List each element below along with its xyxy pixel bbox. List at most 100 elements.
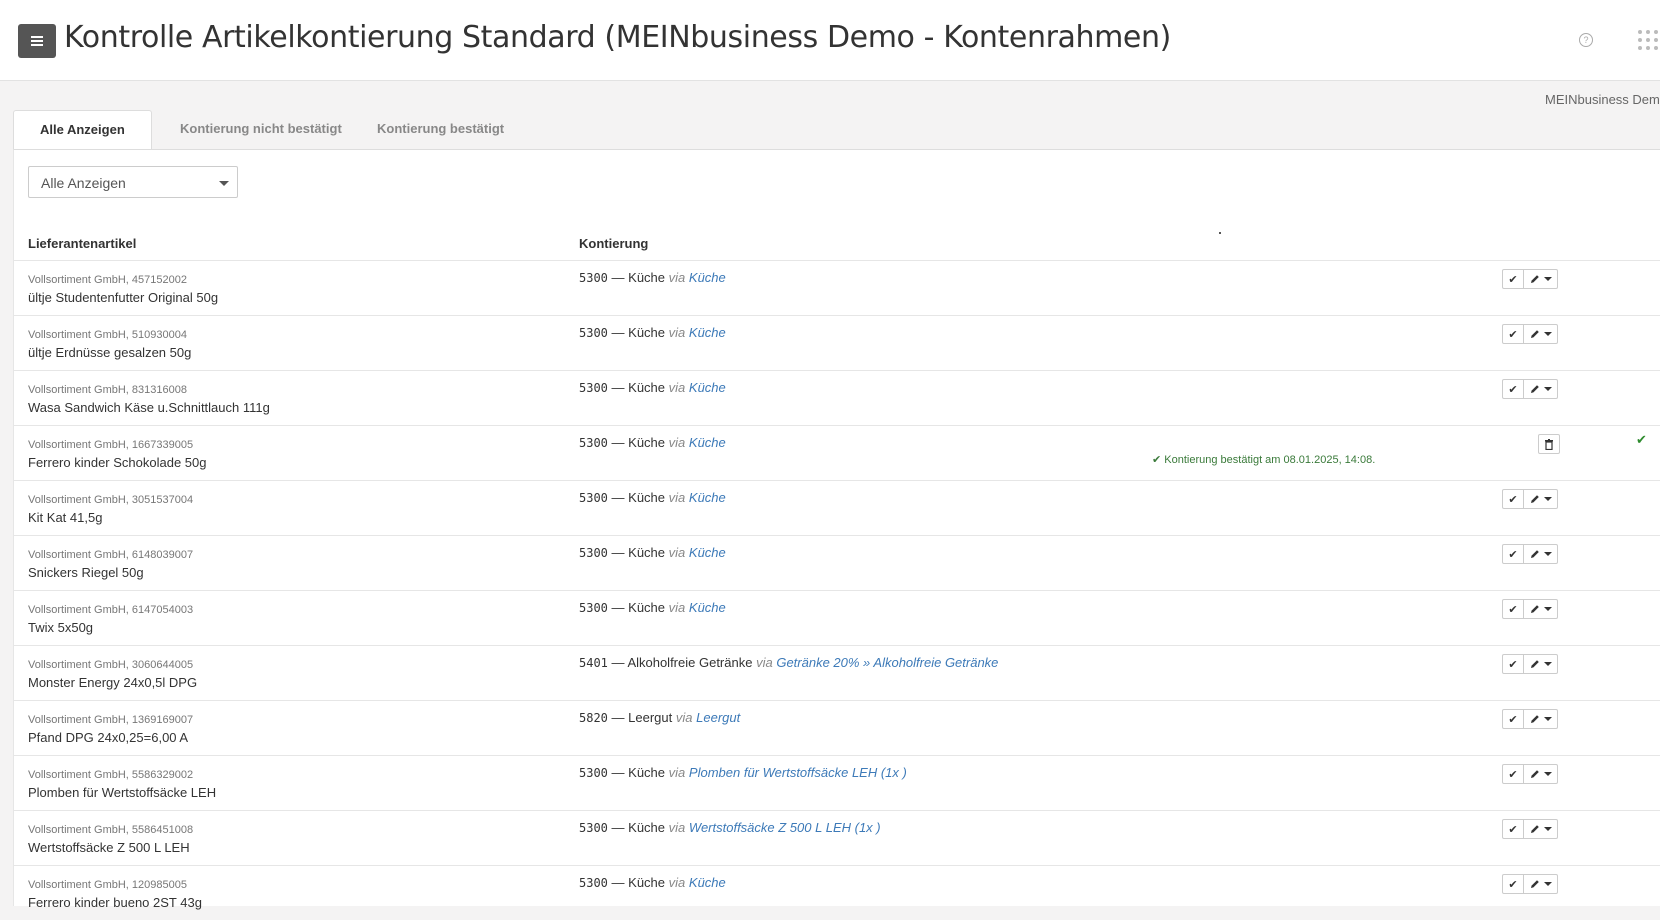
row-actions: ✔ bbox=[1502, 379, 1558, 399]
separator: — bbox=[611, 820, 629, 835]
check-icon: ✔ bbox=[1508, 658, 1518, 671]
account-code: 5300 bbox=[579, 601, 608, 615]
confirm-button[interactable]: ✔ bbox=[1502, 764, 1524, 784]
article-name: Kit Kat 41,5g bbox=[28, 510, 103, 525]
pencil-icon bbox=[1530, 825, 1539, 833]
check-icon: ✔ bbox=[1508, 878, 1518, 891]
kontierung-cell: 5300 — Küche via Küche bbox=[579, 490, 726, 505]
menu-toggle-button[interactable] bbox=[18, 24, 56, 58]
caret-down-icon bbox=[1543, 332, 1552, 336]
kontierung-cell: 5300 — Küche via Wertstoffsäcke Z 500 L … bbox=[579, 820, 881, 835]
confirm-button[interactable]: ✔ bbox=[1502, 379, 1524, 399]
row-actions: ✔ bbox=[1502, 654, 1558, 674]
supplier-info: Vollsortiment GmbH, 3060644005 bbox=[28, 659, 194, 671]
via-target-link[interactable]: Küche bbox=[689, 545, 726, 560]
confirm-button[interactable]: ✔ bbox=[1502, 599, 1524, 619]
kontierung-cell: 5300 — Küche via Küche bbox=[579, 545, 726, 560]
edit-dropdown-button[interactable] bbox=[1524, 819, 1558, 839]
separator: — bbox=[611, 545, 629, 560]
confirm-button[interactable]: ✔ bbox=[1502, 819, 1524, 839]
via-target-link[interactable]: Küche bbox=[689, 270, 726, 285]
table-row: Vollsortiment GmbH, 831316008 Wasa Sandw… bbox=[14, 370, 1660, 425]
supplier-info: Vollsortiment GmbH, 3051537004 bbox=[28, 494, 194, 506]
confirm-button[interactable]: ✔ bbox=[1502, 709, 1524, 729]
account-name: Küche bbox=[628, 875, 666, 890]
edit-dropdown-button[interactable] bbox=[1524, 709, 1558, 729]
edit-dropdown-button[interactable] bbox=[1524, 654, 1558, 674]
edit-dropdown-button[interactable] bbox=[1524, 599, 1558, 619]
account-name: Küche bbox=[628, 545, 666, 560]
decorative-dot bbox=[1219, 232, 1221, 234]
via-label: via bbox=[668, 600, 686, 615]
filter-select[interactable]: Alle Anzeigen bbox=[28, 166, 238, 198]
via-target-link[interactable]: Küche bbox=[689, 380, 726, 395]
row-actions: ✔ bbox=[1502, 764, 1558, 784]
row-actions: ✔ bbox=[1502, 874, 1558, 894]
table-body: Vollsortiment GmbH, 457152002 ültje Stud… bbox=[14, 260, 1660, 920]
separator: — bbox=[611, 490, 629, 505]
supplier-info: Vollsortiment GmbH, 1369169007 bbox=[28, 714, 194, 726]
kontierung-cell: 5300 — Küche via Küche bbox=[579, 600, 726, 615]
edit-dropdown-button[interactable] bbox=[1524, 379, 1558, 399]
table-row: Vollsortiment GmbH, 457152002 ültje Stud… bbox=[14, 260, 1660, 315]
confirm-button[interactable]: ✔ bbox=[1502, 654, 1524, 674]
caret-down-icon bbox=[1543, 497, 1552, 501]
via-target-link[interactable]: Küche bbox=[689, 490, 726, 505]
via-label: via bbox=[668, 545, 686, 560]
check-icon: ✔ bbox=[1508, 273, 1518, 286]
row-actions: ✔ bbox=[1502, 544, 1558, 564]
kontierung-cell: 5401 — Alkoholfreie Getränke via Getränk… bbox=[579, 655, 998, 670]
article-name: ültje Erdnüsse gesalzen 50g bbox=[28, 345, 192, 360]
confirm-button[interactable]: ✔ bbox=[1502, 269, 1524, 289]
via-label: via bbox=[675, 710, 693, 725]
tab-kontierung-bestaetigt[interactable]: Kontierung bestätigt bbox=[351, 110, 530, 148]
pencil-icon bbox=[1530, 550, 1539, 558]
tab-kontierung-nicht-bestaetigt[interactable]: Kontierung nicht bestätigt bbox=[154, 110, 368, 148]
via-target-link[interactable]: Wertstoffsäcke Z 500 L LEH (1x ) bbox=[689, 820, 881, 835]
caret-down-icon bbox=[1543, 387, 1552, 391]
account-code: 5300 bbox=[579, 876, 608, 890]
confirm-button[interactable]: ✔ bbox=[1502, 544, 1524, 564]
check-icon: ✔ bbox=[1508, 768, 1518, 781]
pencil-icon bbox=[1530, 495, 1539, 503]
account-code: 5300 bbox=[579, 271, 608, 285]
edit-dropdown-button[interactable] bbox=[1524, 544, 1558, 564]
separator: — bbox=[611, 325, 629, 340]
filter-select-value: Alle Anzeigen bbox=[41, 175, 126, 191]
via-target-link[interactable]: Küche bbox=[689, 875, 726, 890]
company-name: MEINbusiness Demo bbox=[1545, 92, 1660, 107]
pencil-icon bbox=[1530, 605, 1539, 613]
table-row: Vollsortiment GmbH, 5586451008 Wertstoff… bbox=[14, 810, 1660, 865]
separator: — bbox=[611, 380, 629, 395]
account-name: Küche bbox=[628, 270, 666, 285]
confirm-button[interactable]: ✔ bbox=[1502, 874, 1524, 894]
via-target-link[interactable]: Küche bbox=[689, 600, 726, 615]
via-target-link[interactable]: Leergut bbox=[696, 710, 740, 725]
via-label: via bbox=[668, 270, 686, 285]
caret-down-icon bbox=[219, 181, 229, 186]
via-target-link[interactable]: Getränke 20% » Alkoholfreie Getränke bbox=[776, 655, 998, 670]
kontierung-cell: 5300 — Küche via Küche bbox=[579, 875, 726, 890]
delete-button[interactable] bbox=[1538, 434, 1560, 454]
kontierung-cell: 5300 — Küche via Küche bbox=[579, 325, 726, 340]
apps-grid-icon[interactable] bbox=[1638, 30, 1658, 50]
separator: — bbox=[611, 270, 629, 285]
edit-dropdown-button[interactable] bbox=[1524, 489, 1558, 509]
tab-alle-anzeigen[interactable]: Alle Anzeigen bbox=[13, 110, 152, 151]
via-label: via bbox=[668, 435, 686, 450]
via-target-link[interactable]: Plomben für Wertstoffsäcke LEH (1x ) bbox=[689, 765, 907, 780]
caret-down-icon bbox=[1543, 827, 1552, 831]
edit-dropdown-button[interactable] bbox=[1524, 764, 1558, 784]
via-target-link[interactable]: Küche bbox=[689, 435, 726, 450]
help-icon[interactable]: ? bbox=[1579, 33, 1593, 47]
separator: — bbox=[611, 875, 629, 890]
edit-dropdown-button[interactable] bbox=[1524, 269, 1558, 289]
confirm-button[interactable]: ✔ bbox=[1502, 324, 1524, 344]
account-name: Küche bbox=[628, 325, 666, 340]
via-target-link[interactable]: Küche bbox=[689, 325, 726, 340]
via-label: via bbox=[668, 875, 686, 890]
check-icon: ✔ bbox=[1508, 603, 1518, 616]
confirm-button[interactable]: ✔ bbox=[1502, 489, 1524, 509]
edit-dropdown-button[interactable] bbox=[1524, 874, 1558, 894]
edit-dropdown-button[interactable] bbox=[1524, 324, 1558, 344]
